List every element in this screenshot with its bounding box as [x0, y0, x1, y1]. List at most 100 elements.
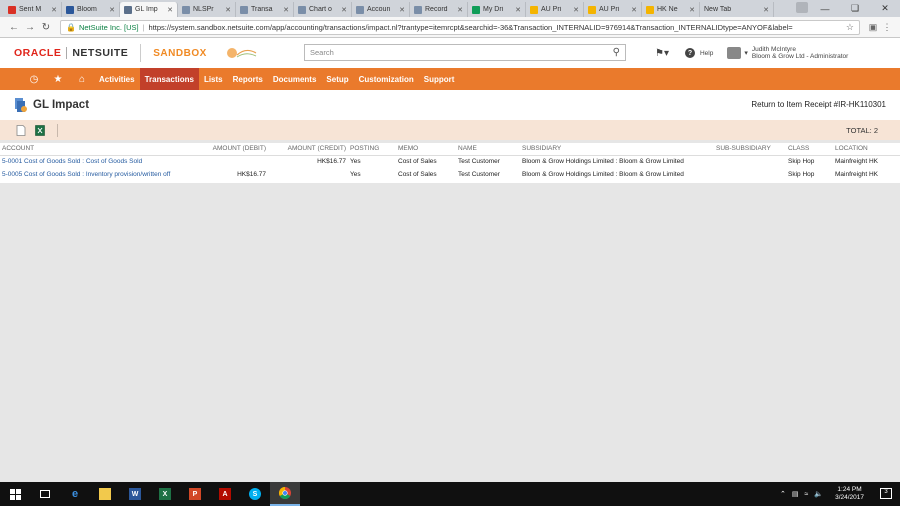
browser-tab[interactable]: HK Ne ✕: [642, 2, 700, 17]
tab-close-icon[interactable]: ✕: [167, 6, 173, 14]
network-icon[interactable]: ▤: [792, 490, 799, 498]
cell-account[interactable]: 5-0001 Cost of Goods Sold : Cost of Good…: [0, 155, 204, 168]
tab-close-icon[interactable]: ✕: [109, 6, 115, 14]
user-avatar[interactable]: [727, 47, 742, 59]
cell-class: Skip Hop: [788, 158, 815, 166]
folder-icon: [99, 488, 111, 500]
lock-icon: 🔒: [66, 22, 76, 32]
home-icon[interactable]: ⌂: [70, 68, 94, 90]
nav-item-activities[interactable]: Activities: [94, 68, 140, 90]
taskbar-edge[interactable]: e: [60, 482, 90, 506]
browser-tab[interactable]: Transa ✕: [236, 2, 294, 17]
tab-close-icon[interactable]: ✕: [763, 6, 769, 14]
menu-icon[interactable]: ⋮: [880, 22, 894, 33]
action-center-icon[interactable]: 3: [880, 488, 892, 499]
recent-records-icon[interactable]: ⚑▾: [655, 48, 669, 59]
reload-icon[interactable]: ↻: [38, 22, 54, 33]
browser-tab[interactable]: Accoun ✕: [352, 2, 410, 17]
browser-tab[interactable]: Bloom ✕: [62, 2, 120, 17]
close-window-icon[interactable]: ✕: [870, 0, 900, 17]
tab-label: AU Pri: [541, 6, 562, 13]
user-menu-chevron-icon[interactable]: ▾: [744, 49, 748, 57]
minimize-icon[interactable]: —: [810, 0, 840, 17]
nav-item-lists[interactable]: Lists: [199, 68, 228, 90]
sandbox-label: SANDBOX: [153, 47, 207, 59]
clock[interactable]: 1:24 PM 3/24/2017: [835, 486, 864, 502]
favorites-star-icon[interactable]: ★: [46, 68, 70, 90]
taskbar-explorer[interactable]: [90, 482, 120, 506]
column-header[interactable]: NAME: [456, 143, 520, 156]
column-header[interactable]: SUBSIDIARY: [520, 143, 714, 156]
taskbar-powerpoint[interactable]: P: [180, 482, 210, 506]
column-header[interactable]: AMOUNT (DEBIT): [204, 143, 268, 156]
return-link[interactable]: Return to Item Receipt #IR-HK110301: [751, 100, 886, 109]
recent-icon[interactable]: ◷: [22, 68, 46, 90]
nav-item-transactions[interactable]: Transactions: [139, 68, 199, 90]
taskbar-acrobat[interactable]: A: [210, 482, 240, 506]
extension-icon[interactable]: ▣: [866, 22, 880, 33]
browser-tab[interactable]: New Tab ✕: [700, 2, 774, 17]
cell-account[interactable]: 5-0005 Cost of Goods Sold : Inventory pr…: [0, 168, 204, 181]
browser-tab[interactable]: GL Imp ✕: [120, 2, 178, 17]
browser-tab[interactable]: My Dri ✕: [468, 2, 526, 17]
volume-icon[interactable]: 🔈: [814, 490, 823, 498]
wifi-icon[interactable]: ≈: [805, 491, 809, 498]
start-button[interactable]: [0, 482, 30, 506]
tab-close-icon[interactable]: ✕: [341, 6, 347, 14]
column-header[interactable]: POSTING: [348, 143, 396, 156]
browser-tab[interactable]: NLSPr ✕: [178, 2, 236, 17]
browser-profile-icon[interactable]: [796, 2, 808, 13]
nav-item-setup[interactable]: Setup: [321, 68, 353, 90]
column-header[interactable]: CLASS: [786, 143, 833, 156]
powerpoint-icon: P: [189, 488, 201, 500]
taskbar-skype[interactable]: S: [240, 482, 270, 506]
nav-item-documents[interactable]: Documents: [268, 68, 322, 90]
tab-close-icon[interactable]: ✕: [689, 6, 695, 14]
tab-close-icon[interactable]: ✕: [399, 6, 405, 14]
browser-tab[interactable]: Record ✕: [410, 2, 468, 17]
cell-name: Test Customer: [458, 171, 500, 178]
tab-close-icon[interactable]: ✕: [515, 6, 521, 14]
tab-label: Chart o: [309, 6, 332, 13]
help-label: Help: [699, 49, 714, 57]
nav-item-customization[interactable]: Customization: [354, 68, 419, 90]
url-input[interactable]: 🔒 NetSuite Inc. [US] | https://system.sa…: [60, 19, 860, 35]
table-header-row: ACCOUNT AMOUNT (DEBIT) AMOUNT (CREDIT) POST…: [0, 143, 900, 156]
task-view-button[interactable]: [30, 482, 60, 506]
total-count: TOTAL: 2: [846, 126, 878, 135]
tab-close-icon[interactable]: ✕: [631, 6, 637, 14]
tab-favicon-icon: [356, 5, 364, 14]
browser-tab[interactable]: AU Pri ✕: [526, 2, 584, 17]
export-csv-icon[interactable]: [16, 124, 26, 136]
column-header[interactable]: SUB-SUBSIDIARY: [714, 143, 786, 156]
tab-close-icon[interactable]: ✕: [225, 6, 231, 14]
back-icon[interactable]: ←: [6, 22, 22, 33]
forward-icon[interactable]: →: [22, 22, 38, 33]
help-link[interactable]: ? Help: [684, 48, 714, 58]
browser-tab[interactable]: AU Pri ✕: [584, 2, 642, 17]
tray-chevron-icon[interactable]: ⌃: [780, 490, 786, 498]
column-header[interactable]: ACCOUNT: [0, 143, 204, 156]
column-header[interactable]: AMOUNT (CREDIT): [268, 143, 348, 156]
user-menu[interactable]: Judith McIntyre Bloom & Grow Ltd - Admin…: [752, 46, 848, 60]
tab-close-icon[interactable]: ✕: [573, 6, 579, 14]
taskbar-excel[interactable]: X: [150, 482, 180, 506]
maximize-icon[interactable]: ❏: [840, 0, 870, 17]
bookmark-star-icon[interactable]: ☆: [846, 22, 854, 33]
table-row: 5-0001 Cost of Goods Sold : Cost of Good…: [0, 155, 900, 168]
nav-item-support[interactable]: Support: [419, 68, 460, 90]
global-search-input[interactable]: Search ⚲: [304, 44, 626, 61]
tab-close-icon[interactable]: ✕: [51, 6, 57, 14]
tab-close-icon[interactable]: ✕: [283, 6, 289, 14]
export-excel-icon[interactable]: [35, 124, 45, 136]
taskbar-word[interactable]: W: [120, 482, 150, 506]
taskbar-chrome[interactable]: [270, 482, 300, 506]
column-header[interactable]: LOCATION: [833, 143, 900, 156]
column-header[interactable]: MEMO: [396, 143, 456, 156]
page-header: GL Impact Return to Item Receipt #IR-HK1…: [0, 90, 900, 120]
nav-item-reports[interactable]: Reports: [228, 68, 268, 90]
search-icon[interactable]: ⚲: [613, 47, 620, 58]
tab-close-icon[interactable]: ✕: [457, 6, 463, 14]
browser-tab[interactable]: Sent M ✕: [4, 2, 62, 17]
browser-tab[interactable]: Chart o ✕: [294, 2, 352, 17]
